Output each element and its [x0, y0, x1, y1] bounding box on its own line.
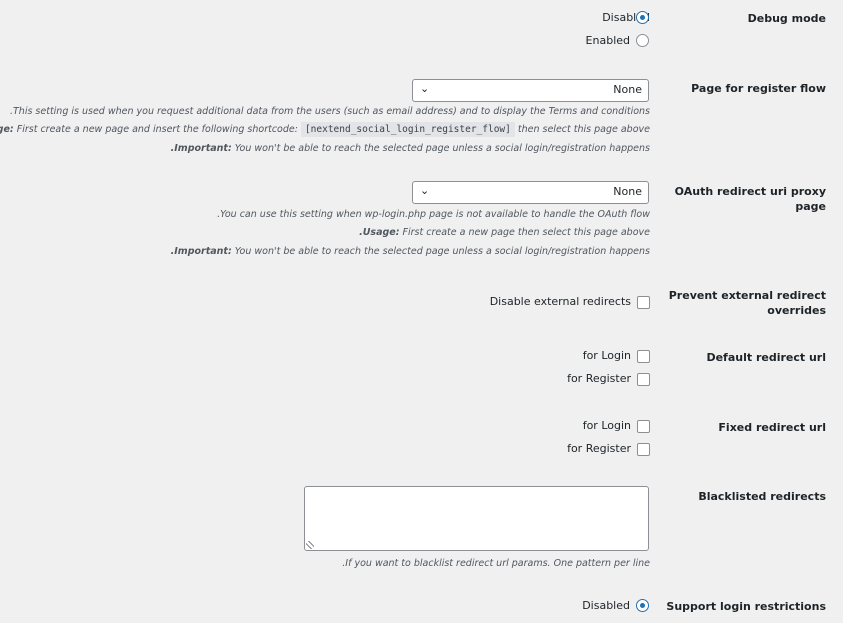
oauth-proxy-desc-2: .Usage: First create a new page then sel…	[359, 227, 650, 238]
register-flow-label: Page for register flow	[691, 82, 826, 95]
disable-external-label: Disable external redirects	[489, 295, 631, 308]
default-register-checkbox[interactable]	[637, 373, 650, 386]
debug-enabled-radio[interactable]	[636, 34, 649, 47]
debug-mode-label: Debug mode	[747, 12, 826, 25]
important-strong: .Important:	[170, 143, 232, 154]
fixed-register-label: for Register	[567, 442, 631, 455]
oauth-proxy-value: None	[613, 185, 642, 198]
register-flow-select[interactable]: ⌄ None	[412, 79, 649, 102]
resize-grip-icon[interactable]	[306, 541, 314, 549]
oauth-proxy-label: OAuth redirect uri proxy page	[674, 185, 826, 213]
blacklisted-desc: .If you want to blacklist redirect url p…	[342, 558, 650, 569]
register-flow-desc-1: .This setting is used when you request a…	[9, 106, 650, 117]
blacklisted-textarea[interactable]	[304, 486, 649, 551]
debug-disabled-radio[interactable]	[636, 11, 649, 24]
oauth-proxy-desc-3: .Important: You won't be able to reach t…	[170, 246, 650, 257]
debug-enabled-label: Enabled	[585, 34, 630, 47]
blacklisted-label: Blacklisted redirects	[698, 490, 826, 503]
login-restrictions-label: Support login restrictions	[666, 600, 826, 613]
register-flow-value: None	[613, 83, 642, 96]
register-flow-desc-3: .Important: You won't be able to reach t…	[171, 142, 650, 156]
chevron-down-icon: ⌄	[420, 82, 430, 95]
disable-external-checkbox[interactable]	[637, 296, 650, 309]
oauth-proxy-select[interactable]: ⌄ None	[412, 181, 649, 204]
shortcode: [nextend_social_login_register_flow]	[300, 122, 515, 137]
usage-strong: Usage:	[0, 124, 14, 135]
restrictions-disabled-radio[interactable]	[636, 599, 649, 612]
chevron-down-icon: ⌄	[420, 184, 430, 197]
fixed-login-checkbox[interactable]	[637, 420, 650, 433]
default-register-label: for Register	[567, 372, 631, 385]
fixed-redirect-label: Fixed redirect url	[718, 421, 826, 434]
usage-text: First create a new page and insert the f…	[13, 124, 301, 135]
important-text: You won't be able to reach the selected …	[231, 143, 650, 154]
prevent-external-label: Prevent external redirect overrides	[668, 289, 826, 317]
default-login-label: for Login	[582, 349, 631, 362]
fixed-login-label: for Login	[582, 419, 631, 432]
oauth-proxy-desc-1: .You can use this setting when wp-login.…	[217, 209, 650, 220]
default-login-checkbox[interactable]	[637, 350, 650, 363]
register-flow-desc-2: Usage: First create a new page and inser…	[0, 122, 650, 137]
usage-tail: then select this page above	[514, 124, 650, 135]
default-redirect-label: Default redirect url	[706, 351, 826, 364]
fixed-register-checkbox[interactable]	[637, 443, 650, 456]
restrictions-disabled-label: Disabled	[582, 599, 630, 612]
